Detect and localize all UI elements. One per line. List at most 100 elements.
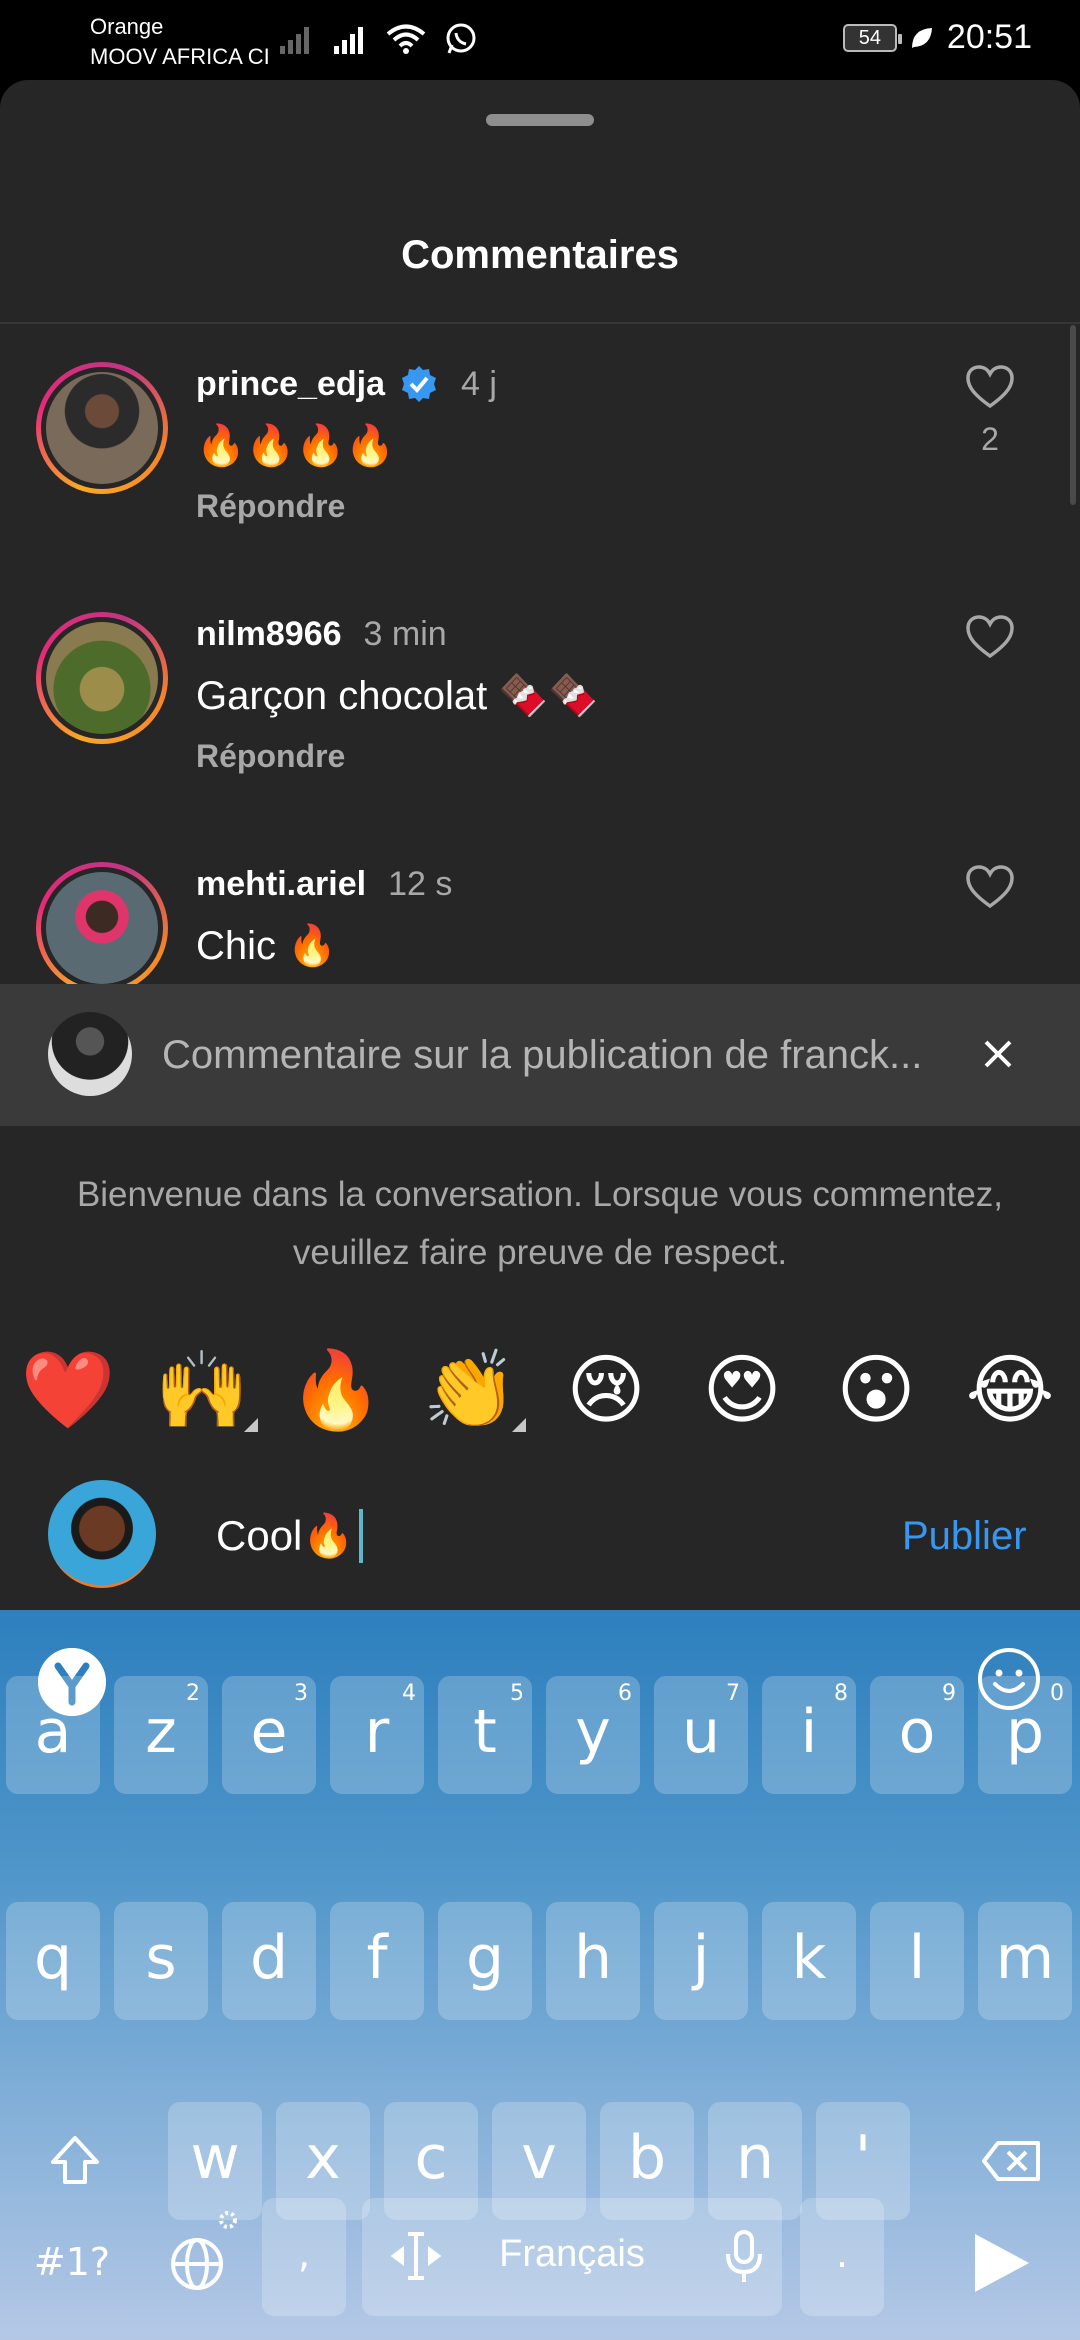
emoji-laughing-button[interactable]: 😂 (960, 1340, 1060, 1440)
carrier-name-2: MOOV AFRICA CI (90, 44, 270, 69)
heart-icon (966, 865, 1014, 909)
backspace-icon (982, 2141, 1040, 2181)
key-label: o (898, 1697, 936, 1767)
key-p[interactable]: p0 (978, 1676, 1072, 1794)
avatar[interactable] (36, 612, 168, 744)
comment-input[interactable]: Cool🔥 (216, 1508, 363, 1564)
backspace-key[interactable] (962, 2102, 1062, 2220)
emoji-heart-eyes-button[interactable]: 😍 (692, 1340, 792, 1440)
key-t[interactable]: t5 (438, 1676, 532, 1794)
key-l[interactable]: l (870, 1902, 964, 2020)
comment-text: Garçon chocolat 🍫🍫 (196, 674, 598, 718)
key-d[interactable]: d (222, 1902, 316, 2020)
avatar (48, 1480, 156, 1588)
battery-icon: 54 (842, 23, 902, 52)
leaf-icon (911, 27, 932, 48)
key-hint: 3 (294, 1681, 308, 1706)
key-label: p (1005, 1697, 1045, 1767)
space-key[interactable]: Français (362, 2198, 782, 2316)
close-icon[interactable] (978, 1034, 1018, 1074)
like-count: 2 (981, 421, 999, 457)
key-m[interactable]: m (978, 1902, 1072, 2020)
skin-tone-indicator (244, 1418, 258, 1432)
comment-username[interactable]: mehti.ariel (196, 862, 366, 906)
key-s[interactable]: s (114, 1902, 208, 2020)
symbols-key[interactable]: #1? (22, 2206, 122, 2324)
reply-link[interactable]: Répondre (196, 488, 497, 525)
avatar[interactable] (36, 862, 168, 994)
language-key[interactable] (150, 2206, 244, 2324)
emoji-crying-button[interactable]: 😢 (556, 1340, 656, 1440)
comma-key[interactable]: , (262, 2198, 346, 2316)
globe-icon (171, 2238, 223, 2290)
key-j[interactable]: j (654, 1902, 748, 2020)
key-hint: 2 (186, 1681, 200, 1706)
publish-button[interactable]: Publier (902, 1508, 1027, 1564)
reply-link[interactable]: Répondre (196, 738, 598, 775)
key-label: z (145, 1697, 177, 1767)
key-hint: 5 (510, 1681, 524, 1706)
comment-text: Chic 🔥 (196, 924, 337, 968)
key-k[interactable]: k (762, 1902, 856, 2020)
replying-to-bar: Commentaire sur la publication de franck… (0, 984, 1080, 1126)
emoji-fire-button[interactable]: 🔥 (286, 1340, 386, 1440)
shift-key[interactable] (28, 2102, 122, 2220)
comment-username[interactable]: prince_edja (196, 362, 385, 406)
comment-item: prince_edja 4 j 🔥🔥🔥🔥 Répondre 2 (0, 324, 1080, 574)
clock: 20:51 (946, 18, 1032, 56)
key-o[interactable]: o9 (870, 1676, 964, 1794)
carrier-name: Orange (90, 14, 164, 39)
emoji-raised-hands-button[interactable]: 🙌 (152, 1340, 258, 1440)
settings-gear-icon (219, 2211, 237, 2229)
drag-handle[interactable] (486, 114, 594, 126)
key-label: r (364, 1697, 390, 1767)
like-button[interactable] (965, 614, 1015, 665)
carrier-info: Orange MOOV AFRICA CI (90, 12, 270, 72)
comment-item: nilm8966 3 min Garçon chocolat 🍫🍫 Répond… (0, 574, 1080, 824)
emoji-surprised-button[interactable]: 😮 (826, 1340, 926, 1440)
key-a[interactable]: a1 (6, 1676, 100, 1794)
emoji-heart-button[interactable]: ❤️ (18, 1340, 118, 1440)
microphone-icon (726, 2230, 762, 2282)
heart-icon (966, 365, 1014, 409)
key-y[interactable]: y6 (546, 1676, 640, 1794)
key-q[interactable]: q (6, 1902, 100, 2020)
skin-tone-indicator (512, 1418, 526, 1432)
comment-time: 4 j (460, 365, 497, 403)
status-icons (278, 22, 478, 56)
key-label: e (250, 1697, 288, 1767)
key-f[interactable]: f (330, 1902, 424, 2020)
wifi-icon (386, 24, 426, 54)
key-i[interactable]: i8 (762, 1676, 856, 1794)
shift-icon (51, 2136, 99, 2184)
signal-icon (334, 27, 363, 54)
key-z[interactable]: z2 (114, 1676, 208, 1794)
like-button[interactable] (965, 864, 1015, 915)
comment-time: 3 min (363, 615, 447, 653)
comment-input-value: Cool🔥 (216, 1512, 355, 1559)
key-e[interactable]: e3 (222, 1676, 316, 1794)
comment-username[interactable]: nilm8966 (196, 612, 342, 656)
send-key[interactable] (950, 2206, 1050, 2324)
key-r[interactable]: r4 (330, 1676, 424, 1794)
key-label: u (681, 1697, 721, 1767)
key-w[interactable]: w (168, 2102, 262, 2220)
comments-list: prince_edja 4 j 🔥🔥🔥🔥 Répondre 2 nilm8966… (0, 324, 1080, 1064)
text-caret (358, 1509, 363, 1563)
key-label: a (34, 1697, 72, 1767)
key-h[interactable]: h (546, 1902, 640, 2020)
period-key[interactable]: . (800, 2198, 884, 2316)
sheet-title: Commentaires (401, 233, 679, 277)
key-u[interactable]: u7 (654, 1676, 748, 1794)
avatar[interactable] (36, 362, 168, 494)
cursor-icon (390, 2232, 442, 2280)
whatsapp-icon (446, 23, 476, 54)
keyboard: a1 z2 e3 r4 t5 y6 u7 i8 o9 p0 q s d f g … (0, 1610, 1080, 2340)
key-g[interactable]: g (438, 1902, 532, 2020)
key-hint: 4 (402, 1681, 416, 1706)
welcome-line: Bienvenue dans la conversation. Lorsque … (76, 1175, 1004, 1214)
status-right: 54 20:51 (842, 18, 1032, 57)
replying-to-text: Commentaire sur la publication de franck… (162, 1033, 923, 1077)
like-button[interactable]: 2 (965, 364, 1015, 458)
emoji-clap-button[interactable]: 👏 (420, 1340, 526, 1440)
